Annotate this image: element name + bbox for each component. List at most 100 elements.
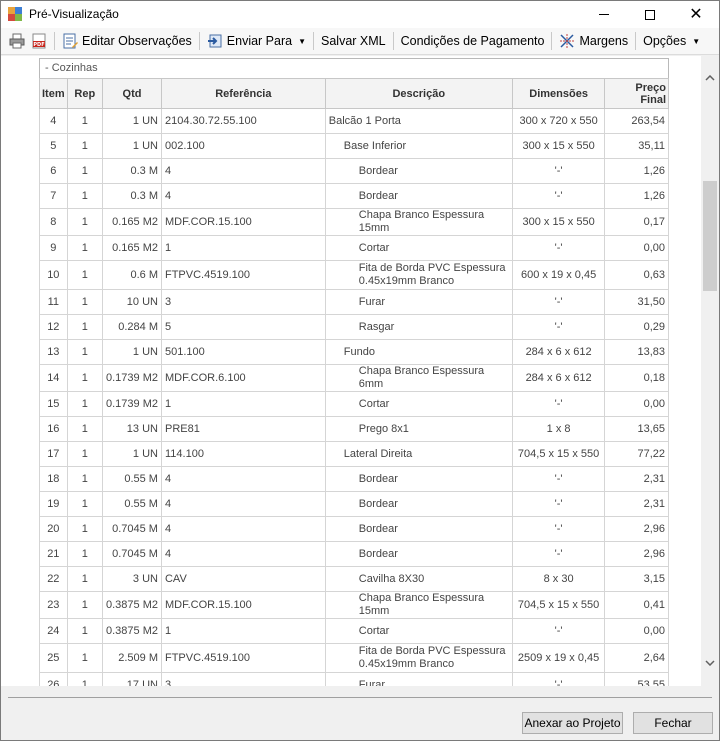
cell-item: 6 xyxy=(39,158,68,184)
cell-descricao: Cortar xyxy=(324,391,513,417)
table-row[interactable]: 10 1 0.6 M FTPVC.4519.100 Fita de Borda PVC … xyxy=(39,260,669,290)
table-row[interactable]: 20 1 0.7045 M 4 Bordear '-' 2,96 xyxy=(39,516,669,542)
cell-qtd: 0.165 M2 xyxy=(102,235,162,261)
cell-item: 20 xyxy=(39,516,68,542)
group-header[interactable]: - Cozinhas xyxy=(39,58,669,78)
cell-item: 17 xyxy=(39,441,68,467)
cell-qtd: 0.7045 M xyxy=(102,516,162,542)
send-to-dropdown[interactable]: Enviar Para ▼ xyxy=(203,30,310,52)
table-row[interactable]: 8 1 0.165 M2 MDF.COR.15.100 Chapa Branco Esp… xyxy=(39,208,669,236)
table-row[interactable]: 18 1 0.55 M 4 Bordear '-' 2,31 xyxy=(39,466,669,492)
send-icon xyxy=(207,34,222,48)
vertical-scrollbar[interactable] xyxy=(701,56,719,686)
cell-descricao: Fundo xyxy=(324,339,513,365)
payment-conditions-button[interactable]: Condições de Pagamento xyxy=(397,30,549,52)
cell-rep: 1 xyxy=(66,208,104,236)
table-row[interactable]: 15 1 0.1739 M2 1 Cortar '-' 0,00 xyxy=(39,391,669,417)
cell-item: 5 xyxy=(39,133,68,159)
close-window-button[interactable]: ✕ xyxy=(673,1,719,28)
print-button[interactable] xyxy=(7,30,27,52)
cell-dimensoes: '-' xyxy=(511,491,606,517)
attach-to-project-button[interactable]: Anexar ao Projeto xyxy=(522,712,623,734)
table-row[interactable]: 26 1 17 UN 3 Furar '-' 53,55 xyxy=(39,672,669,686)
column-header-item[interactable]: Item xyxy=(39,78,68,109)
toolbar-separator xyxy=(551,32,553,50)
payment-conditions-label: Condições de Pagamento xyxy=(400,34,545,48)
table-row[interactable]: 25 1 2.509 M FTPVC.4519.100 Fita de Borda PV… xyxy=(39,643,669,673)
cell-descricao: Bordear xyxy=(324,183,513,209)
close-button[interactable]: Fechar xyxy=(633,712,713,734)
table-row[interactable]: 21 1 0.7045 M 4 Bordear '-' 2,96 xyxy=(39,541,669,567)
toolbar-separator xyxy=(313,32,315,50)
margins-button[interactable]: Margens xyxy=(555,30,632,52)
scroll-down-arrow-icon[interactable] xyxy=(701,654,719,672)
column-header-preco-final[interactable]: Preço Final xyxy=(604,78,669,109)
cell-descricao: Cavilha 8X30 xyxy=(324,566,513,592)
minimize-button[interactable] xyxy=(581,1,627,28)
title-bar: Pré-Visualização ✕ xyxy=(1,1,719,28)
column-header-qtd[interactable]: Qtd xyxy=(102,78,162,109)
cell-preco: 263,54 xyxy=(604,108,669,134)
cell-descricao: Furar xyxy=(324,289,513,315)
column-header-rep[interactable]: Rep xyxy=(66,78,104,109)
cell-qtd: 2.509 M xyxy=(102,643,162,673)
toolbar-separator xyxy=(198,32,200,50)
table-row[interactable]: 23 1 0.3875 M2 MDF.COR.15.100 Chapa Branco E… xyxy=(39,591,669,619)
cell-descricao: Bordear xyxy=(324,466,513,492)
table-row[interactable]: 511 UN 002.100 Base Inferior 300 x 15 x 550… xyxy=(39,133,669,159)
table-row[interactable]: 22 1 3 UN CAV Cavilha 8X30 8 x 30 3,15 xyxy=(39,566,669,592)
table-row[interactable]: 411 UN 2104.30.72.55.100 Balcão 1 Porta 300… xyxy=(39,108,669,134)
cell-rep: 1 xyxy=(66,260,104,290)
cell-referencia: 1 xyxy=(160,391,326,417)
table-row[interactable]: 13 1 1 UN 501.100 Fundo 284 x 6 x 612 13,83 xyxy=(39,339,669,365)
cell-rep: 1 xyxy=(66,289,104,315)
cell-descricao: Base Inferior xyxy=(324,133,513,159)
table-row[interactable]: 14 1 0.1739 M2 MDF.COR.6.100 Chapa Branco Es… xyxy=(39,364,669,392)
table-row[interactable]: 16 1 13 UN PRE81 Prego 8x1 1 x 8 13,65 xyxy=(39,416,669,442)
column-header-descricao[interactable]: Descrição xyxy=(324,78,513,109)
cell-item: 14 xyxy=(39,364,68,392)
cell-referencia: PRE81 xyxy=(160,416,326,442)
column-header-dimensoes[interactable]: Dimensões xyxy=(511,78,606,109)
pdf-button[interactable]: PDF xyxy=(27,30,51,52)
save-xml-button[interactable]: Salvar XML xyxy=(317,30,390,52)
cell-referencia: 501.100 xyxy=(160,339,326,365)
cell-qtd: 17 UN xyxy=(102,672,162,686)
preview-viewport[interactable]: - Cozinhas Item Rep Qtd Referência Descr… xyxy=(1,56,719,686)
footer-divider xyxy=(8,697,712,698)
cell-descricao: Prego 8x1 xyxy=(324,416,513,442)
table-row[interactable]: 7 1 0.3 M 4 Bordear '-' 1,26 xyxy=(39,183,669,209)
cell-dimensoes: 284 x 6 x 612 xyxy=(511,339,606,365)
cell-preco: 2,96 xyxy=(604,541,669,567)
cell-preco: 0,29 xyxy=(604,314,669,340)
table-row[interactable]: 19 1 0.55 M 4 Bordear '-' 2,31 xyxy=(39,491,669,517)
table-row[interactable]: 24 1 0.3875 M2 1 Cortar '-' 0,00 xyxy=(39,618,669,644)
scroll-up-arrow-icon[interactable] xyxy=(701,69,719,87)
cell-preco: 13,83 xyxy=(604,339,669,365)
cell-qtd: 0.284 M xyxy=(102,314,162,340)
column-header-referencia[interactable]: Referência xyxy=(160,78,326,109)
cell-qtd: 0.3 M xyxy=(102,183,162,209)
cell-preco: 1,26 xyxy=(604,183,669,209)
options-dropdown[interactable]: Opções ▼ xyxy=(639,30,704,52)
table-row[interactable]: 6 1 0.3 M 4 Bordear '-' 1,26 xyxy=(39,158,669,184)
cell-descricao: Bordear xyxy=(324,158,513,184)
cell-rep: 1 xyxy=(66,491,104,517)
cell-descricao: Lateral Direita xyxy=(324,441,513,467)
cell-preco: 3,15 xyxy=(604,566,669,592)
cell-item: 11 xyxy=(39,289,68,315)
edit-notes-button[interactable]: Editar Observações xyxy=(58,30,196,52)
cell-qtd: 10 UN xyxy=(102,289,162,315)
cell-qtd: 13 UN xyxy=(102,416,162,442)
table-row[interactable]: 11 1 10 UN 3 Furar '-' 31,50 xyxy=(39,289,669,315)
cell-item: 13 xyxy=(39,339,68,365)
maximize-button[interactable] xyxy=(627,1,673,28)
cell-preco: 0,41 xyxy=(604,591,669,619)
cell-rep: 1 xyxy=(66,643,104,673)
table-row[interactable]: 17 1 1 UN 114.100 Lateral Direita 704,5 x 15 … xyxy=(39,441,669,467)
cell-descricao: Balcão 1 Porta xyxy=(324,108,513,134)
table-row[interactable]: 9 1 0.165 M2 1 Cortar '-' 0,00 xyxy=(39,235,669,261)
cell-referencia: 2104.30.72.55.100 xyxy=(160,108,326,134)
scrollbar-thumb[interactable] xyxy=(703,181,717,291)
table-row[interactable]: 12 1 0.284 M 5 Rasgar '-' 0,29 xyxy=(39,314,669,340)
